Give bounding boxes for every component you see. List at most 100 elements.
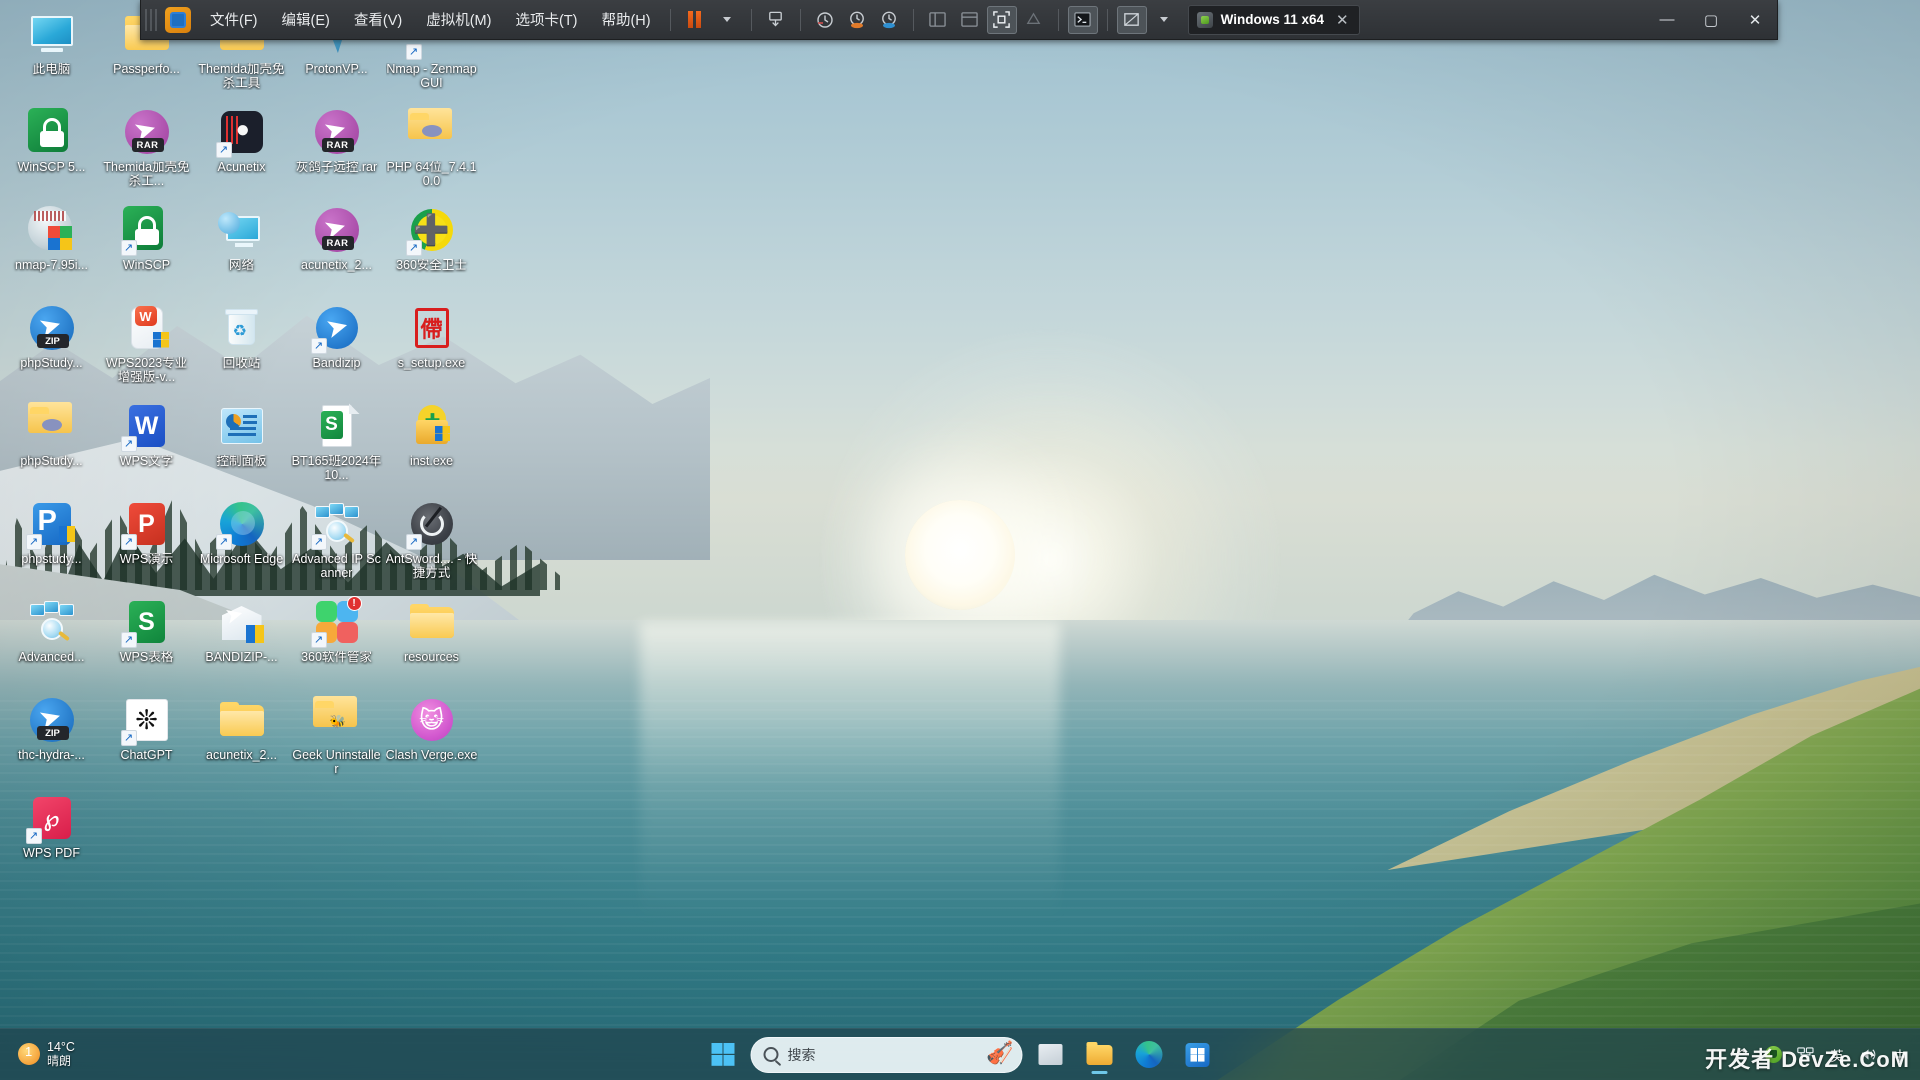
desktop-icon-label: Advanced IP Scanner bbox=[292, 553, 381, 580]
desktop-icon-16[interactable]: W WPS2023专业增强版-v... bbox=[99, 300, 194, 398]
desktop-icon-21[interactable]: W ↗ WPS文字 bbox=[99, 398, 194, 496]
zip-icon: ➤ ZIP bbox=[28, 304, 76, 352]
desktop-icon-40[interactable]: ℘ ↗ WPS PDF bbox=[4, 790, 99, 888]
desktop-icon-27[interactable]: ↗ Microsoft Edge bbox=[194, 496, 289, 594]
menu-tabs[interactable]: 选项卡(T) bbox=[504, 4, 588, 35]
maximize-button[interactable]: ▢ bbox=[1689, 1, 1733, 39]
vm-tab-label: Windows 11 x64 bbox=[1220, 12, 1325, 27]
wps-w-icon: W ↗ bbox=[120, 402, 171, 452]
desktop-icon-30[interactable]: Advanced... bbox=[4, 594, 99, 692]
desktop-icon-label: Nmap - Zenmap GUI bbox=[386, 63, 477, 90]
fullscreen-icon bbox=[993, 11, 1010, 28]
desktop-icon-13[interactable]: ➤ RAR acunetix_2... bbox=[289, 202, 384, 300]
desktop-icon-label: s_setup.exe bbox=[397, 357, 466, 370]
desktop-icon-7[interactable]: ● ↗ Acunetix bbox=[194, 104, 289, 202]
desktop-icon-23[interactable]: S BT165班2024年10... bbox=[289, 398, 384, 496]
desktop-icon-17[interactable]: ♻ 回收站 bbox=[194, 300, 289, 398]
menu-view[interactable]: 查看(V) bbox=[343, 4, 413, 35]
desktop-icon-label: Advanced... bbox=[18, 651, 85, 664]
chevron-down-icon-2 bbox=[1159, 17, 1168, 22]
desktop-icon-6[interactable]: ➤ RAR Themida加壳免杀工... bbox=[99, 104, 194, 202]
show-library-button[interactable] bbox=[923, 6, 953, 34]
folder-icon bbox=[218, 696, 266, 744]
close-button[interactable]: ✕ bbox=[1733, 1, 1777, 39]
taskbar-file-explorer[interactable] bbox=[1079, 1034, 1121, 1076]
desktop-icon-9[interactable]: PHP 64位_7.4.10.0 bbox=[384, 104, 479, 202]
menu-help[interactable]: 帮助(H) bbox=[590, 4, 661, 35]
desktop-icon-10[interactable]: nmap-7.95i... bbox=[4, 202, 99, 300]
desktop-icon-20[interactable]: phpStudy... bbox=[4, 398, 99, 496]
aipscan-icon bbox=[28, 598, 76, 646]
toolbar-divider-6 bbox=[1106, 8, 1108, 31]
desktop-icon-12[interactable]: 网络 bbox=[194, 202, 289, 300]
console-icon bbox=[1074, 12, 1091, 27]
desktop-icon-8[interactable]: ➤ RAR 灰鸽子远控.rar bbox=[289, 104, 384, 202]
stretch-dropdown-button[interactable] bbox=[1149, 6, 1179, 34]
shortcut-arrow-icon: ↗ bbox=[120, 240, 137, 256]
vmware-menu-bar: 文件(F) 编辑(E) 查看(V) 虚拟机(M) 选项卡(T) 帮助(H) bbox=[199, 4, 662, 35]
snapshot-button[interactable] bbox=[761, 6, 791, 34]
desktop-icon-34[interactable]: resources bbox=[384, 594, 479, 692]
taskbar-edge[interactable] bbox=[1128, 1034, 1170, 1076]
vm-tab-windows-11[interactable]: Windows 11 x64 ✕ bbox=[1187, 4, 1360, 35]
desktop-icon-25[interactable]: P ↗ phpstudy... bbox=[4, 496, 99, 594]
desktop-icon-5[interactable]: WinSCP 5... bbox=[4, 104, 99, 202]
desktop-icon-label: phpstudy... bbox=[21, 553, 82, 566]
desktop-icon-33[interactable]: ↗! 360软件管家 bbox=[289, 594, 384, 692]
weather-temp: 14°C bbox=[47, 1040, 75, 1054]
desktop-icon-label: PHP 64位_7.4.10.0 bbox=[386, 161, 477, 188]
desktop-icon-37[interactable]: acunetix_2... bbox=[194, 692, 289, 790]
unity-mode-button[interactable] bbox=[1019, 6, 1049, 34]
360sm-icon: ↗! bbox=[310, 596, 362, 648]
search-icon bbox=[763, 1047, 779, 1062]
console-button[interactable] bbox=[1067, 5, 1098, 34]
desktop-icon-24[interactable]: ✚ inst.exe bbox=[384, 398, 479, 496]
shortcut-arrow-icon: ↗ bbox=[215, 142, 232, 158]
desktop-icon-19[interactable]: 僀 s_setup.exe bbox=[384, 300, 479, 398]
taskbar-weather-widget[interactable]: 1 14°C 晴朗 bbox=[10, 1032, 160, 1076]
taskbar-store[interactable] bbox=[1177, 1034, 1219, 1076]
desktop-icon-35[interactable]: ➤ ZIP thc-hydra-... bbox=[4, 692, 99, 790]
rar-icon: ➤ RAR bbox=[313, 108, 361, 156]
search-input[interactable]: 搜索 🎻 bbox=[750, 1036, 1023, 1073]
desktop-icon-11[interactable]: ↗ WinSCP bbox=[99, 202, 194, 300]
vm-tab-icon bbox=[1196, 11, 1213, 28]
desktop-icon-36[interactable]: ❊ ↗ ChatGPT bbox=[99, 692, 194, 790]
desktop-icon-15[interactable]: ➤ ZIP phpStudy... bbox=[4, 300, 99, 398]
desktop-icon-28[interactable]: ↗ Advanced IP Scanner bbox=[289, 496, 384, 594]
desktop-icon-label: thc-hydra-... bbox=[18, 749, 85, 762]
taskbar-file-manager[interactable] bbox=[1030, 1034, 1072, 1076]
take-snapshot-button[interactable] bbox=[874, 6, 904, 34]
bandizip-icon: ➤ ↗ bbox=[310, 304, 361, 354]
snapshot-manager-button[interactable] bbox=[810, 6, 840, 34]
show-library-icon bbox=[929, 12, 946, 27]
desktop-icon-14[interactable]: ➕ ↗ 360安全卫士 bbox=[384, 202, 479, 300]
menu-file[interactable]: 文件(F) bbox=[199, 4, 269, 35]
fullscreen-button[interactable] bbox=[986, 5, 1017, 34]
start-button[interactable] bbox=[702, 1034, 744, 1076]
shortcut-arrow-icon: ↗ bbox=[25, 828, 42, 844]
power-dropdown-button[interactable] bbox=[712, 6, 742, 34]
edge-icon bbox=[1135, 1041, 1162, 1068]
toolbar-grip-handle[interactable] bbox=[145, 8, 159, 31]
stretch-guest-button[interactable] bbox=[1116, 5, 1147, 34]
desktop-icon-0[interactable]: 此电脑 bbox=[4, 6, 99, 104]
desktop-icon-32[interactable]: ➤ BANDIZIP-... bbox=[194, 594, 289, 692]
desktop-icon-26[interactable]: P ↗ WPS演示 bbox=[99, 496, 194, 594]
minimize-button[interactable]: — bbox=[1645, 1, 1689, 39]
desktop-icon-38[interactable]: 🐝 Geek Uninstaller bbox=[289, 692, 384, 790]
desktop-icon-31[interactable]: S ↗ WPS表格 bbox=[99, 594, 194, 692]
menu-vm[interactable]: 虚拟机(M) bbox=[415, 4, 502, 35]
desktop-icon-22[interactable]: 控制面板 bbox=[194, 398, 289, 496]
desktop-icon-18[interactable]: ➤ ↗ Bandizip bbox=[289, 300, 384, 398]
suspend-button[interactable] bbox=[680, 6, 710, 34]
php-icon bbox=[407, 108, 456, 156]
revert-snapshot-button[interactable] bbox=[842, 6, 872, 34]
desktop-icon-39[interactable]: 😺 Clash Verge.exe bbox=[384, 692, 479, 790]
desktop-icon-29[interactable]: ↗ AntSword.... - 快捷方式 bbox=[384, 496, 479, 594]
clash-icon: 😺 bbox=[408, 696, 456, 744]
show-thumbnail-bar-button[interactable] bbox=[955, 6, 985, 34]
antsword-icon: ↗ bbox=[405, 500, 456, 550]
menu-edit[interactable]: 编辑(E) bbox=[271, 4, 341, 35]
vm-tab-close-icon[interactable]: ✕ bbox=[1336, 11, 1349, 29]
